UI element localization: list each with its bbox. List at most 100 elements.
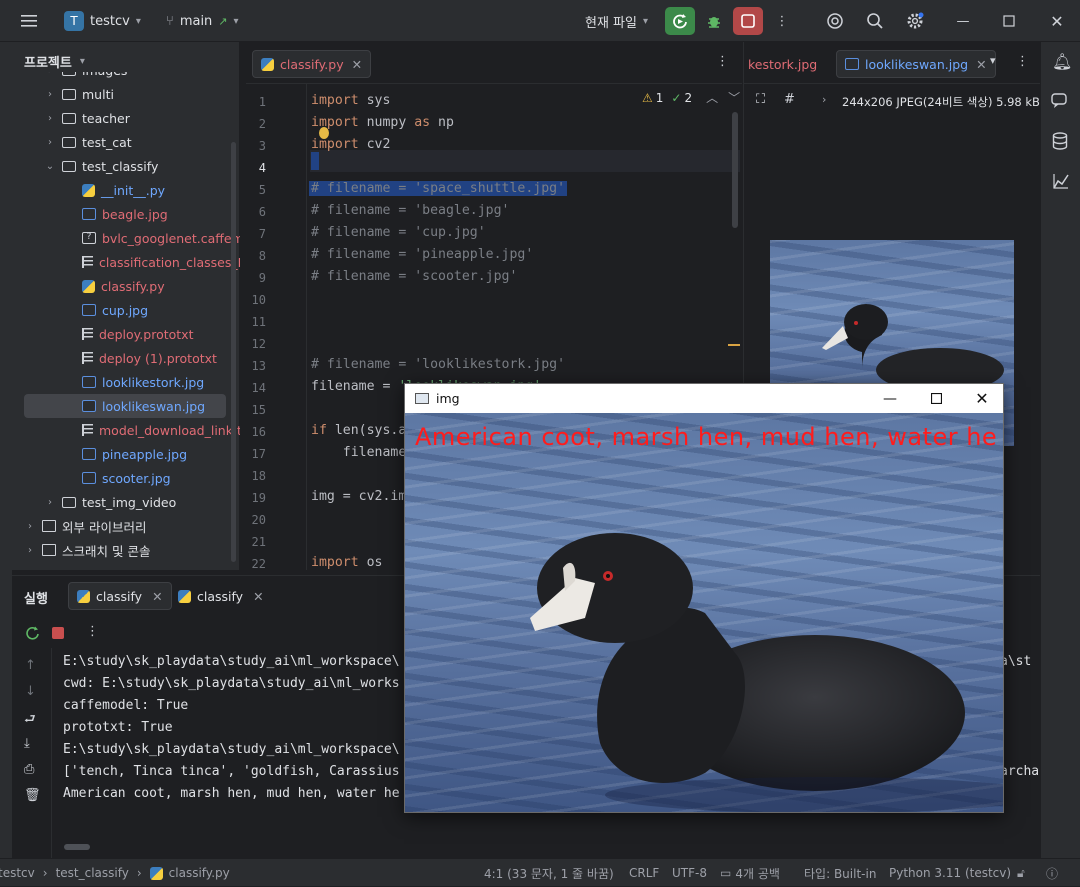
tree-item[interactable]: › test_img_video <box>12 490 240 514</box>
code-line[interactable]: # filename = 'cup.jpg' <box>311 225 486 240</box>
indent-settings[interactable]: ▭ 4개 공백 <box>720 859 780 887</box>
hamburger-menu-icon[interactable] <box>14 7 44 35</box>
inspection-widget[interactable]: ⚠ 1 ✓ 2 ︿ ﹀ <box>642 89 740 106</box>
code-line[interactable]: import os <box>311 555 382 570</box>
close-tab-icon[interactable]: ✕ <box>253 589 263 604</box>
console-hscrollbar[interactable] <box>64 844 90 850</box>
code-line[interactable]: # filename = 'scooter.jpg' <box>311 269 517 284</box>
tab-classify-py[interactable]: classify.py ✕ <box>252 50 372 78</box>
code-line[interactable]: import numpy as np <box>311 115 454 130</box>
chevron-down-icon[interactable]: ⌄ <box>44 161 56 172</box>
chevron-down-icon[interactable]: ﹀ <box>728 89 740 106</box>
chevron-right-icon[interactable]: › <box>44 72 56 76</box>
arrow-up-icon[interactable]: ↑ <box>25 658 36 673</box>
scroll-to-end-icon[interactable]: ⤓ <box>24 736 30 751</box>
tree-item[interactable]: › teacher <box>12 106 240 130</box>
type-info[interactable]: 타입: Built-in <box>804 859 876 887</box>
trash-icon[interactable]: 🗑︎ <box>24 788 41 803</box>
stop-icon[interactable] <box>52 627 64 639</box>
tree-item[interactable]: › 스크래치 및 콘솔 <box>12 538 240 562</box>
rerun-button[interactable] <box>665 7 695 35</box>
code-line[interactable]: # filename = 'beagle.jpg' <box>311 203 510 218</box>
sciview-icon[interactable] <box>1052 172 1070 190</box>
tree-item[interactable]: › multi <box>12 82 240 106</box>
more-icon[interactable]: ⋮ <box>716 54 729 69</box>
tree-item[interactable]: › images <box>12 72 240 82</box>
more-icon[interactable]: ⋮ <box>86 624 99 639</box>
tree-item[interactable]: ⌄ test_classify <box>12 154 240 178</box>
project-selector[interactable]: T testcv ▾ <box>64 0 141 42</box>
tree-scrollbar[interactable] <box>231 142 236 562</box>
debug-button[interactable] <box>699 7 729 35</box>
search-icon[interactable] <box>860 7 890 35</box>
tree-item[interactable]: ? bvlc_googlenet.caffemodel <box>12 226 240 250</box>
tree-item[interactable]: scooter.jpg <box>12 466 240 490</box>
ai-chat-icon[interactable] <box>1051 92 1069 110</box>
branch-selector[interactable]: ⑂ main ↗ ▾ <box>166 0 239 42</box>
code-line[interactable]: filename <box>311 445 407 460</box>
chevron-up-icon[interactable]: ︿ <box>706 89 718 106</box>
tree-item[interactable]: cup.jpg <box>12 298 240 322</box>
caret-position[interactable]: 4:1 (33 문자, 1 줄 바꿈) <box>484 859 614 887</box>
more-icon[interactable]: ⋮ <box>767 7 797 35</box>
run-tab-classify-1[interactable]: classify ✕ <box>68 582 172 610</box>
chevron-right-icon[interactable]: › <box>44 89 56 100</box>
info-icon[interactable]: ⓘ <box>1046 859 1058 887</box>
close-icon[interactable]: ✕ <box>1042 7 1072 35</box>
chevron-right-icon[interactable]: › <box>44 137 56 148</box>
close-tab-icon[interactable]: ✕ <box>976 57 986 72</box>
code-line[interactable]: # filename = 'pineapple.jpg' <box>311 247 533 262</box>
tree-item[interactable]: looklikestork.jpg <box>12 370 240 394</box>
breadcrumb-folder[interactable]: test_classify <box>56 866 129 880</box>
tab-looklikeswan[interactable]: looklikeswan.jpg ✕ <box>836 50 996 78</box>
lock-icon[interactable]: 🔓︎ <box>1017 859 1025 887</box>
tree-item[interactable]: classify.py <box>12 274 240 298</box>
arrow-down-icon[interactable]: ↓ <box>25 684 36 699</box>
database-icon[interactable] <box>1052 132 1068 150</box>
fit-to-window-icon[interactable]: ⛶ <box>756 92 765 107</box>
breadcrumb-file[interactable]: classify.py <box>169 866 230 880</box>
line-separator[interactable]: CRLF <box>629 859 659 887</box>
stop-button[interactable] <box>733 7 763 35</box>
breadcrumb-project[interactable]: testcv <box>0 866 35 880</box>
close-tab-icon[interactable]: ✕ <box>352 57 362 72</box>
close-icon[interactable]: ✕ <box>959 384 1005 413</box>
rerun-icon[interactable] <box>25 626 40 641</box>
tree-item[interactable]: pineapple.jpg <box>12 442 240 466</box>
code-line[interactable]: import cv2 <box>311 137 390 152</box>
tree-item[interactable]: __init__.py <box>12 178 240 202</box>
tree-item[interactable]: model_download_link.txt <box>12 418 240 442</box>
window-titlebar[interactable]: img — ✕ <box>405 384 1003 413</box>
close-tab-icon[interactable]: ✕ <box>152 589 162 604</box>
file-encoding[interactable]: UTF-8 <box>672 859 707 887</box>
chevron-right-icon[interactable]: › <box>24 545 36 556</box>
soft-wrap-icon[interactable]: ⮐ <box>24 710 36 732</box>
chevron-right-icon[interactable]: › <box>44 497 56 508</box>
code-line[interactable]: img = cv2.im <box>311 489 406 504</box>
editor-scrollbar[interactable] <box>732 112 738 228</box>
chevron-down-icon[interactable]: ▾ <box>80 56 85 67</box>
minimize-icon[interactable]: — <box>948 7 978 35</box>
chevron-right-icon[interactable]: › <box>24 521 36 532</box>
maximize-icon[interactable] <box>913 384 959 413</box>
chevron-right-icon[interactable]: › <box>44 113 56 124</box>
tree-item[interactable]: › test_cat <box>12 130 240 154</box>
run-tab-classify-2[interactable]: classify ✕ <box>170 582 272 610</box>
maximize-icon[interactable] <box>994 7 1024 35</box>
tree-item[interactable]: beagle.jpg <box>12 202 240 226</box>
tree-item[interactable]: classification_classes_ILSVRC2012.txt <box>12 250 240 274</box>
tree-item[interactable]: › 외부 라이브러리 <box>12 514 240 538</box>
more-icon[interactable]: ⋮ <box>1016 54 1029 69</box>
code-line[interactable]: import sys <box>311 93 390 108</box>
tab-looklikestork[interactable]: kestork.jpg <box>740 50 825 78</box>
warning-marker[interactable] <box>728 344 740 346</box>
code-line[interactable]: # filename = 'looklikestork.jpg' <box>311 357 565 372</box>
python-interpreter[interactable]: Python 3.11 (testcv) <box>889 859 1011 887</box>
notifications-icon[interactable]: 🔔︎ <box>1052 52 1072 71</box>
print-icon[interactable]: ⎙ <box>24 762 34 777</box>
tree-item[interactable]: looklikeswan.jpg <box>24 394 226 418</box>
chevron-down-icon[interactable]: ▾ <box>990 54 996 67</box>
ai-assistant-icon[interactable] <box>820 7 850 35</box>
minimize-icon[interactable]: — <box>867 384 913 413</box>
settings-icon[interactable] <box>900 7 930 35</box>
